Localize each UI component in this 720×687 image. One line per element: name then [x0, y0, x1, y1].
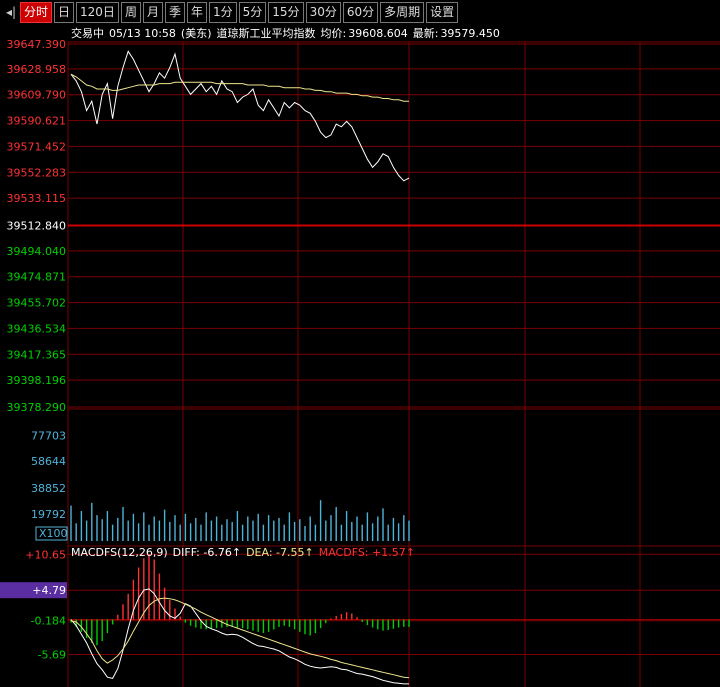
- header-last-label: 最新:: [413, 26, 439, 40]
- price-tick-label: 39552.283: [7, 166, 67, 179]
- price-tick-label: 39455.702: [7, 297, 67, 310]
- period-toolbar: ◂| 分时日 120日周月季年 1分 5分 15分 30分 60分 多周期 设置: [0, 0, 720, 24]
- macd-dea: DEA: -7.55↑: [246, 546, 314, 559]
- tab-4[interactable]: 月: [142, 1, 163, 23]
- tab-0[interactable]: 分时: [20, 1, 53, 23]
- macd-header: MACDFS(12,26,9) DIFF: -6.76↑ DEA: -7.55↑ MA…: [71, 546, 415, 559]
- tab-12[interactable]: 多周期: [380, 1, 425, 23]
- macd-tick-label: +4.79: [32, 584, 66, 597]
- header-last-value: 39579.450: [440, 27, 500, 40]
- tab-8[interactable]: 5分: [238, 1, 267, 23]
- volume-tick-label: 77703: [31, 429, 66, 442]
- header-status: 交易中: [71, 26, 104, 40]
- header-datetime: 05/13 10:58: [109, 27, 176, 40]
- grid: [67, 41, 720, 687]
- price-line: [70, 50, 410, 182]
- tab-5[interactable]: 季: [164, 1, 185, 23]
- tab-13[interactable]: 设置: [426, 1, 459, 23]
- tab-6[interactable]: 年: [186, 1, 207, 23]
- macd-tick-label: -0.184: [31, 615, 66, 628]
- tab-3[interactable]: 周: [120, 1, 141, 23]
- dea-line: [70, 597, 410, 679]
- header-avg-value: 39608.604: [348, 27, 408, 40]
- price-tick-label: 39571.452: [7, 140, 67, 153]
- price-tick-label: 39378.290: [7, 401, 67, 414]
- tab-7[interactable]: 1分: [209, 1, 237, 23]
- volume-multiplier: X100: [39, 527, 68, 540]
- price-tick-label: 39398.196: [7, 374, 67, 387]
- chart-area: 39647.390 39628.958 39609.790 39590.621 3957…: [0, 26, 720, 687]
- macd-tick-label: -5.69: [38, 648, 66, 661]
- avg-price-line: [70, 73, 409, 102]
- diff-line: [70, 588, 409, 685]
- price-tick-label: 39417.365: [7, 348, 67, 361]
- price-tick-label: 39590.621: [7, 115, 67, 128]
- tab-10[interactable]: 30分: [305, 1, 341, 23]
- tab-1[interactable]: 日: [54, 1, 75, 23]
- collapse-arrow-icon[interactable]: ◂|: [2, 2, 20, 22]
- tab-11[interactable]: 60分: [342, 1, 379, 23]
- volume-tick-label: 38852: [31, 482, 66, 495]
- price-tick-label: 39609.790: [7, 89, 67, 102]
- volume-tick-label: 19792: [31, 508, 66, 521]
- macd-name: MACDFS(12,26,9): [71, 546, 168, 559]
- macd-tick-label: +10.65: [25, 548, 66, 561]
- price-tick-label: 39628.958: [7, 63, 67, 76]
- price-tick-label: 39533.115: [7, 192, 67, 205]
- price-header: 交易中 05/13 10:58 (美东) 道琼斯工业平均指数 均价: 39608.604 最…: [71, 26, 500, 40]
- volume-tick-label: 58644: [31, 455, 66, 468]
- price-tick-label: 39512.840: [7, 220, 67, 233]
- header-instrument: 道琼斯工业平均指数: [217, 26, 316, 40]
- macd-macdfs: MACDFS: +1.57↑: [319, 546, 415, 559]
- price-tick-label: 39647.390: [7, 38, 67, 51]
- header-avg-label: 均价:: [321, 27, 347, 40]
- macd-diff: DIFF: -6.76↑: [173, 546, 241, 559]
- tab-9[interactable]: 15分: [268, 1, 304, 23]
- price-tick-label: 39436.534: [7, 322, 67, 335]
- price-tick-label: 39474.871: [7, 271, 67, 284]
- tab-2[interactable]: 120日: [76, 1, 119, 23]
- header-timezone: (美东): [181, 27, 212, 40]
- price-tick-label: 39494.040: [7, 245, 67, 258]
